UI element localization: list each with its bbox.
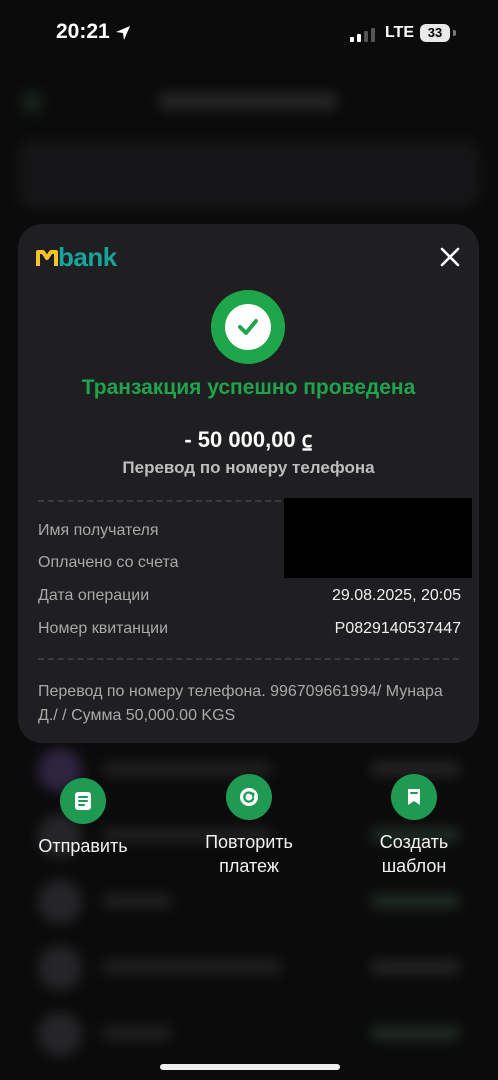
detail-value: 29.08.2025, 20:05	[331, 587, 461, 604]
network-type: LTE	[385, 24, 415, 41]
transaction-amount: - 50 000,00 ⃀	[184, 427, 313, 452]
success-check-icon	[211, 290, 285, 364]
bg-back-icon	[22, 92, 42, 112]
home-indicator[interactable]	[160, 1064, 340, 1070]
list-icon	[60, 778, 106, 824]
location-arrow-icon	[116, 26, 130, 40]
create-template-label: Создать шаблон	[379, 832, 449, 876]
transaction-type: Перевод по номеру телефона	[122, 458, 375, 477]
repeat-icon	[226, 774, 272, 820]
create-template-button[interactable]: Создать шаблон	[339, 774, 489, 878]
bg-list-item	[18, 938, 480, 998]
redacted-area	[284, 498, 472, 578]
detail-row-receipt-number: Номер квитанции P0829140537447	[38, 620, 461, 644]
battery-tip	[453, 30, 456, 36]
bg-page-title	[158, 92, 338, 110]
bg-list-item	[18, 1004, 480, 1064]
status-time: 20:21	[56, 20, 110, 43]
close-icon[interactable]	[437, 244, 463, 270]
divider	[38, 658, 459, 660]
battery-icon: 33	[420, 24, 450, 42]
send-button[interactable]: Отправить	[8, 778, 158, 858]
status-bar: 20:21 LTE 33	[0, 0, 498, 68]
detail-row-date: Дата операции 29.08.2025, 20:05	[38, 587, 461, 611]
repeat-payment-label: Повторить платеж	[205, 832, 293, 876]
bg-list-item	[18, 872, 480, 932]
bg-filter-field	[18, 140, 480, 208]
detail-label: Номер квитанции	[38, 620, 169, 637]
send-label: Отправить	[38, 836, 128, 856]
logo-text: bank	[58, 242, 117, 272]
cellular-signal-icon	[350, 26, 376, 42]
transaction-status-title: Транзакция успешно проведена	[81, 376, 416, 399]
detail-label: Оплачено со счета	[38, 554, 179, 571]
detail-label: Имя получателя	[38, 522, 159, 539]
receipt-card: bank Транзакция успешно проведена - 50 0…	[18, 224, 479, 743]
mbank-logo: bank	[36, 242, 146, 272]
mbank-m-icon	[36, 250, 58, 266]
detail-value: P0829140537447	[334, 620, 461, 637]
repeat-payment-button[interactable]: Повторить платеж	[174, 774, 324, 878]
detail-label: Дата операции	[38, 587, 150, 604]
bookmark-icon	[391, 774, 437, 820]
payment-description: Перевод по номеру телефона. 996709661994…	[38, 683, 443, 724]
